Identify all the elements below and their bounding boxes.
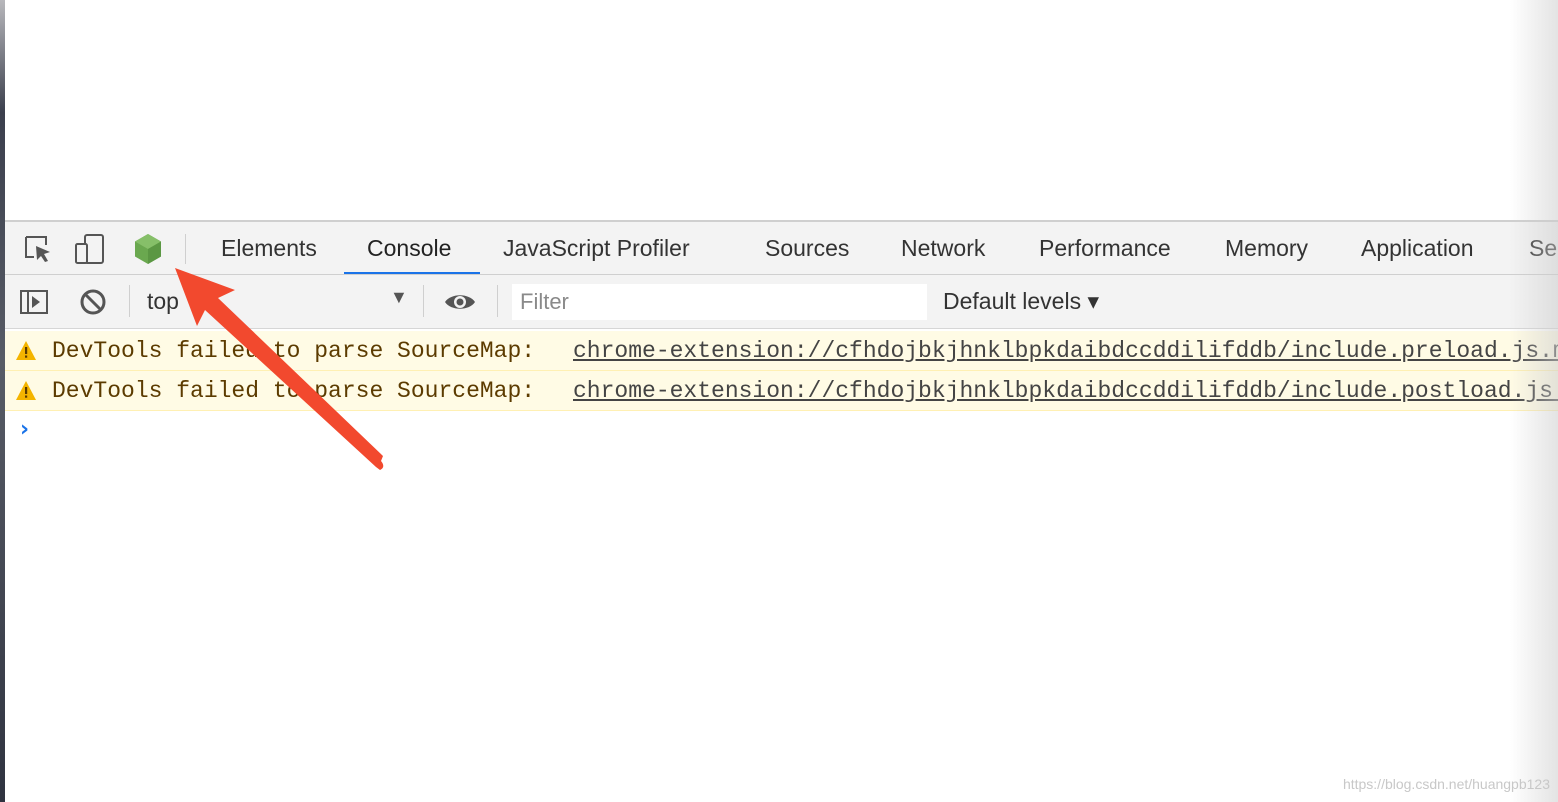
inspect-element-icon[interactable] <box>21 232 55 266</box>
device-toolbar-icon[interactable] <box>73 232 107 266</box>
tab-application[interactable]: Application <box>1361 222 1474 274</box>
tab-security-truncated[interactable]: Se <box>1529 222 1557 274</box>
toolbar-divider <box>497 285 498 317</box>
tab-javascript-profiler[interactable]: JavaScript Profiler <box>503 222 690 274</box>
tab-performance[interactable]: Performance <box>1039 222 1171 274</box>
tab-elements[interactable]: Elements <box>221 222 317 274</box>
tab-network[interactable]: Network <box>901 222 985 274</box>
sourcemap-link[interactable]: chrome-extension://cfhdojbkjhnklbpkdaibd… <box>573 371 1558 410</box>
tab-sources[interactable]: Sources <box>765 222 849 274</box>
page-viewport <box>5 0 1558 220</box>
devtools-tabs-bar: Elements Console JavaScript Profiler Sou… <box>5 220 1558 275</box>
chevron-down-icon[interactable]: ▼ <box>390 287 408 308</box>
console-warning-message: DevTools failed to parse SourceMap: chro… <box>5 331 1558 371</box>
clear-console-icon[interactable] <box>78 287 108 317</box>
warning-triangle-icon <box>15 340 37 362</box>
console-input[interactable] <box>45 412 1525 448</box>
show-sidebar-icon[interactable] <box>19 287 49 317</box>
nodejs-hexagon-icon[interactable] <box>131 232 165 266</box>
log-levels-dropdown[interactable]: Default levels ▾ <box>943 285 1099 317</box>
filter-input[interactable] <box>512 284 927 320</box>
console-prompt-chevron-icon: › <box>20 417 30 442</box>
toolbar-divider <box>129 285 130 317</box>
message-text: DevTools failed to parse SourceMap: <box>52 338 536 364</box>
tab-memory[interactable]: Memory <box>1225 222 1308 274</box>
console-toolbar: top ▼ Default levels ▾ <box>5 275 1558 329</box>
watermark: https://blog.csdn.net/huangpb123 <box>1342 776 1550 792</box>
message-text: DevTools failed to parse SourceMap: <box>52 378 536 404</box>
toolbar-divider <box>185 234 186 264</box>
live-expression-eye-icon[interactable] <box>443 287 477 317</box>
context-selector[interactable]: top <box>147 285 407 317</box>
warning-triangle-icon <box>15 380 37 402</box>
toolbar-divider <box>423 285 424 317</box>
console-warning-message: DevTools failed to parse SourceMap: chro… <box>5 371 1558 411</box>
sourcemap-link[interactable]: chrome-extension://cfhdojbkjhnklbpkdaibd… <box>573 331 1558 370</box>
tab-console[interactable]: Console <box>367 222 451 274</box>
